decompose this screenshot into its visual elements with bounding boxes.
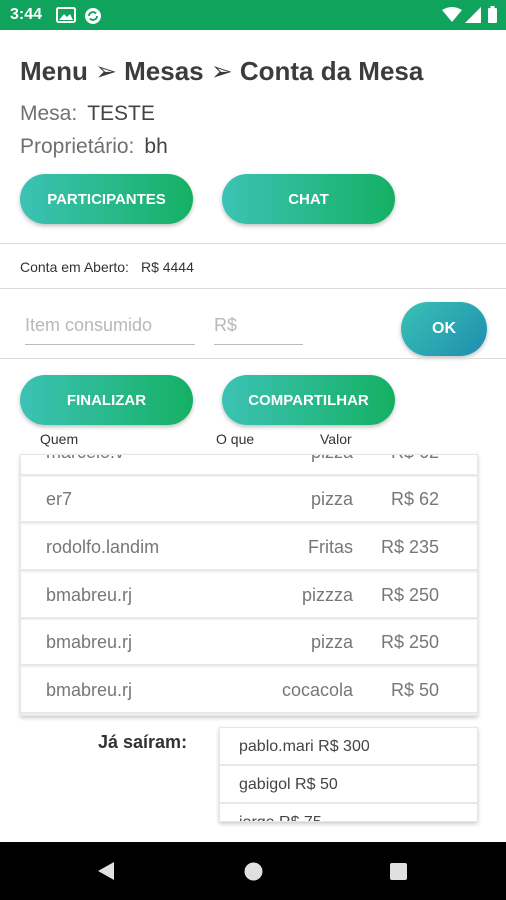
table-row[interactable]: bmabreu.rj pizzza R$ 250 xyxy=(21,573,477,619)
list-item[interactable]: jorge R$ 75 xyxy=(220,804,477,821)
row-who: bmabreu.rj xyxy=(46,585,133,605)
sync-icon xyxy=(84,7,102,30)
open-account-value: R$ 4444 xyxy=(140,259,194,275)
recents-icon[interactable] xyxy=(390,863,407,885)
breadcrumb: Menu ➢ Mesas ➢ Conta da Mesa xyxy=(20,56,424,86)
table-row[interactable]: bmabreu.rj cocacola R$ 50 xyxy=(21,668,477,714)
row-who: marcelo.v xyxy=(46,455,124,463)
column-header-value: Valor xyxy=(320,431,352,447)
column-header-who: Quem xyxy=(40,431,79,447)
home-icon[interactable] xyxy=(244,862,263,886)
row-value: R$ 250 xyxy=(380,632,439,652)
participants-button[interactable]: PARTICIPANTES xyxy=(20,174,193,224)
column-header-what: O que xyxy=(216,431,255,447)
row-value: R$ 62 xyxy=(390,489,439,509)
share-button[interactable]: COMPARTILHAR xyxy=(222,375,395,425)
consumption-list[interactable]: marcelo.v pizza R$ 62 er7 pizza R$ 62 ro… xyxy=(20,454,478,716)
signal-icon xyxy=(465,7,481,28)
list-item-text: gabigol R$ 50 xyxy=(239,776,338,793)
main-content: Menu ➢ Mesas ➢ Conta da Mesa Mesa: TESTE … xyxy=(0,30,506,842)
list-item-text: pablo.mari R$ 300 xyxy=(239,738,370,755)
status-time: 3:44 xyxy=(10,6,43,23)
mesa-label: Mesa: xyxy=(20,102,78,125)
navigation-bar xyxy=(0,842,506,900)
row-value: R$ 235 xyxy=(380,537,439,557)
row-value: R$ 250 xyxy=(380,585,439,605)
table-info: Mesa: TESTE xyxy=(20,102,155,126)
owner-value: bh xyxy=(144,135,168,158)
table-row[interactable]: rodolfo.landim Fritas R$ 235 xyxy=(21,525,477,571)
row-who: bmabreu.rj xyxy=(46,680,133,700)
left-section-label: Já saíram: xyxy=(98,732,188,752)
table-row[interactable]: marcelo.v pizza R$ 62 xyxy=(21,455,477,476)
price-input[interactable]: R$ xyxy=(214,313,303,345)
owner-info: Proprietário: bh xyxy=(20,135,168,159)
row-value: R$ 50 xyxy=(390,680,439,700)
row-what: Fritas xyxy=(308,537,353,557)
finish-button[interactable]: FINALIZAR xyxy=(20,375,193,425)
chat-button[interactable]: CHAT xyxy=(222,174,395,224)
status-bar: 3:44 xyxy=(0,0,506,30)
ok-button[interactable]: OK xyxy=(401,302,487,356)
row-value: R$ 62 xyxy=(391,455,439,463)
row-what: pizza xyxy=(311,455,353,463)
left-list[interactable]: pablo.mari R$ 300 gabigol R$ 50 jorge R$… xyxy=(219,727,478,822)
back-icon[interactable] xyxy=(97,861,115,886)
table-row[interactable]: bmabreu.rj pizza R$ 250 xyxy=(21,620,477,666)
divider xyxy=(0,358,506,359)
row-what: pizza xyxy=(310,632,353,652)
battery-icon xyxy=(488,6,497,28)
row-who: bmabreu.rj xyxy=(46,632,133,652)
open-account-label: Conta em Aberto: xyxy=(20,259,129,275)
owner-label: Proprietário: xyxy=(20,135,135,158)
mesa-value: TESTE xyxy=(87,102,155,125)
row-what: pizzza xyxy=(301,585,353,605)
list-item[interactable]: gabigol R$ 50 xyxy=(220,766,477,804)
wifi-icon xyxy=(442,7,462,28)
row-what: cocacola xyxy=(281,680,353,700)
row-who: er7 xyxy=(46,489,73,509)
table-row[interactable]: er7 pizza R$ 62 xyxy=(21,477,477,523)
gallery-icon xyxy=(56,7,76,28)
item-input[interactable]: Item consumido xyxy=(25,313,195,345)
divider xyxy=(0,243,506,244)
list-item-text: jorge R$ 75 xyxy=(239,814,322,821)
list-item[interactable]: pablo.mari R$ 300 xyxy=(220,728,477,766)
row-what: pizza xyxy=(310,489,353,509)
divider xyxy=(0,288,506,289)
row-who: rodolfo.landim xyxy=(46,537,160,557)
open-account: Conta em Aberto: R$ 4444 xyxy=(20,259,194,275)
